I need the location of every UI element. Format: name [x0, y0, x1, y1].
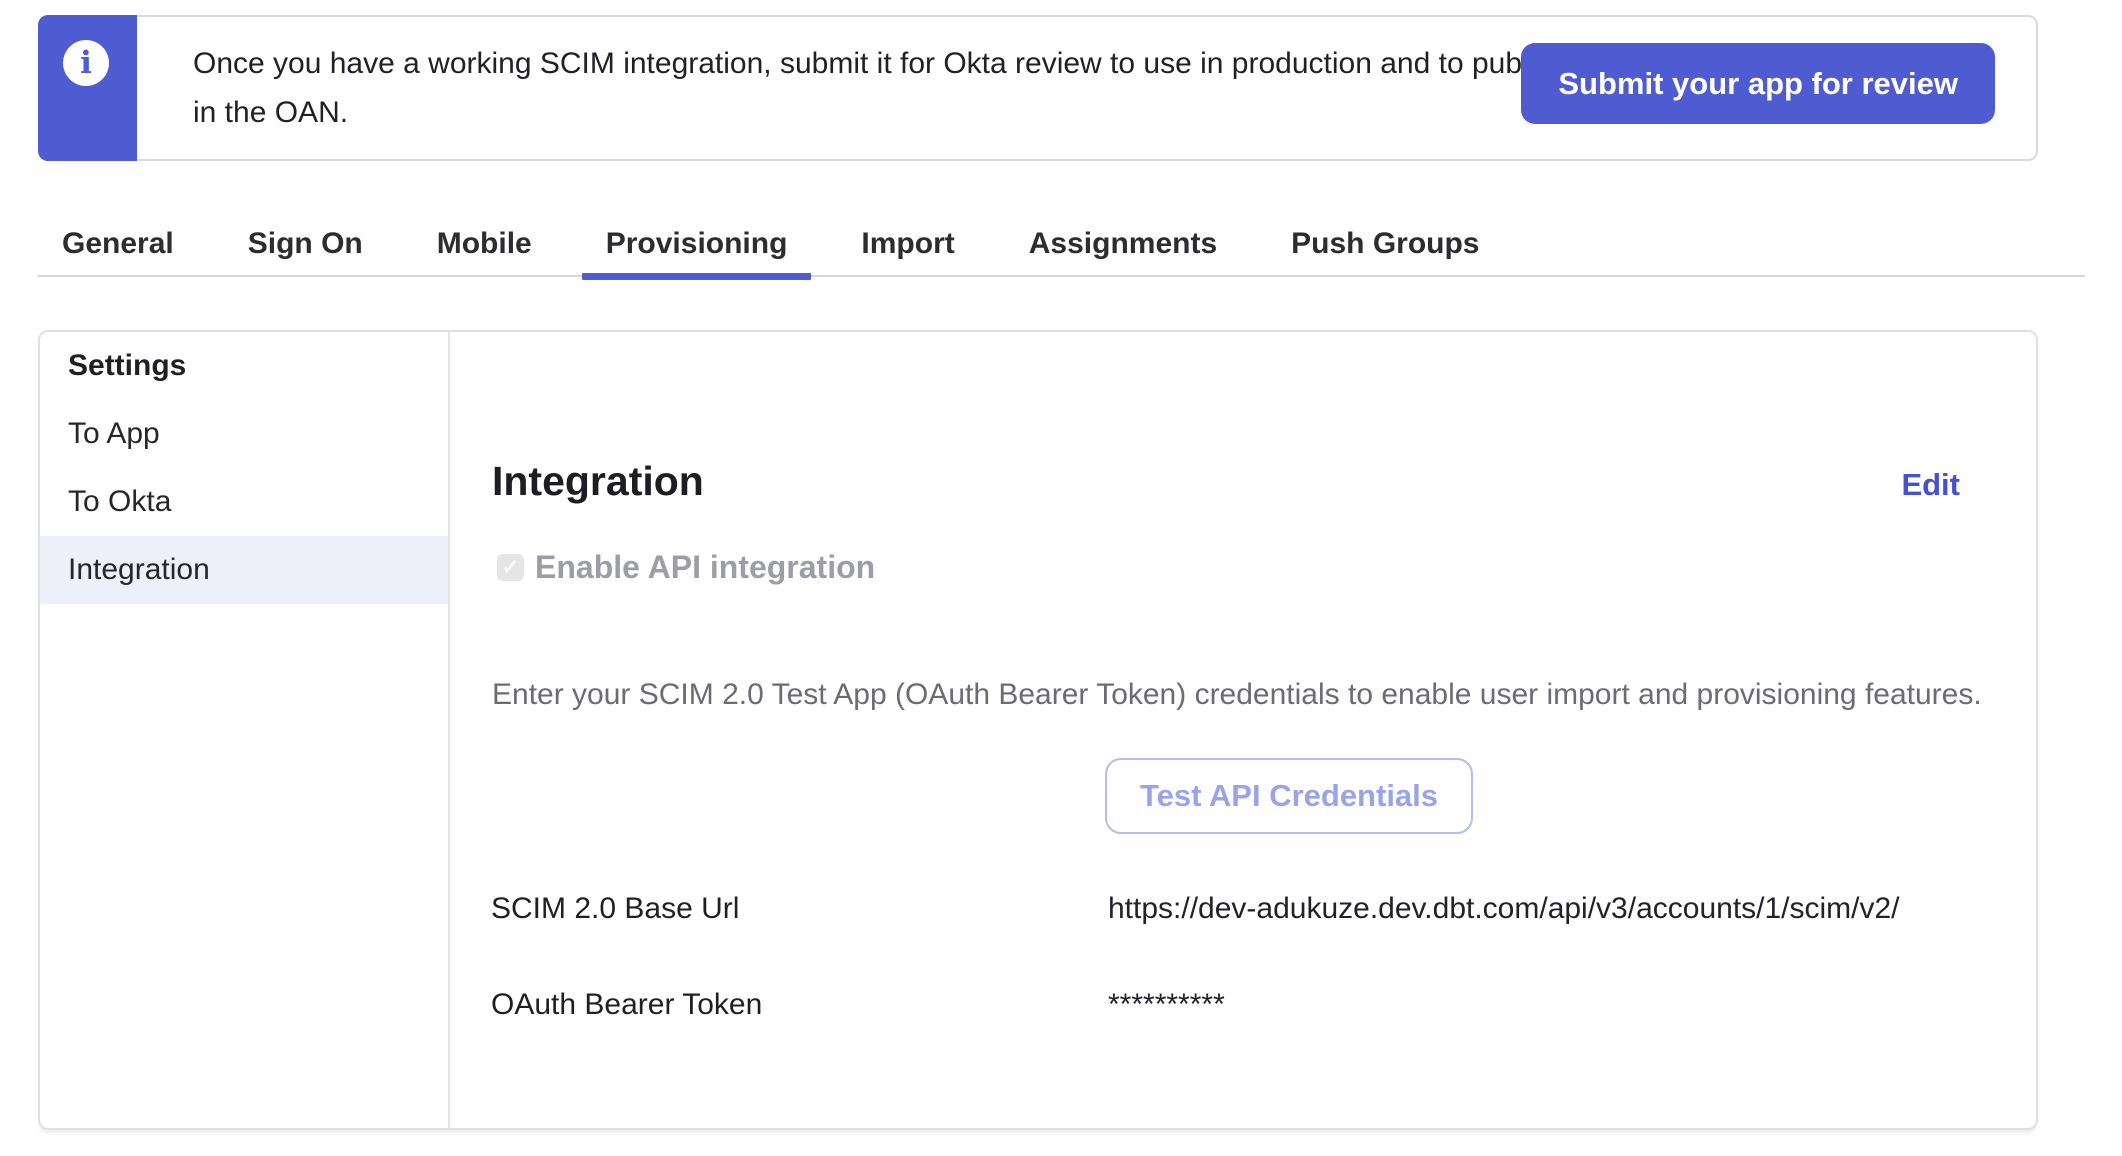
oauth-bearer-token-value: **********: [1108, 988, 1225, 1022]
sidebar-item-to-okta[interactable]: To Okta: [40, 468, 448, 536]
settings-sidebar: Settings To App To Okta Integration: [40, 332, 450, 1128]
oauth-bearer-token-row: OAuth Bearer Token **********: [491, 988, 2036, 1022]
tab-sign-on[interactable]: Sign On: [224, 211, 387, 276]
sidebar-heading-settings: Settings: [40, 332, 448, 400]
oauth-bearer-token-label: OAuth Bearer Token: [491, 988, 1108, 1022]
enable-api-integration-label: Enable API integration: [535, 549, 875, 586]
scim-base-url-value: https://dev-adukuze.dev.dbt.com/api/v3/a…: [1108, 892, 1900, 926]
submit-app-for-review-button[interactable]: Submit your app for review: [1521, 43, 1995, 124]
integration-title-row: Integration Edit: [492, 458, 1960, 505]
tab-assignments[interactable]: Assignments: [1005, 211, 1241, 276]
scim-review-banner: i Once you have a working SCIM integrati…: [38, 15, 2038, 161]
check-icon: ✓: [502, 557, 520, 578]
test-api-credentials-button[interactable]: Test API Credentials: [1105, 758, 1473, 834]
app-tabbar: General Sign On Mobile Provisioning Impo…: [38, 212, 2085, 277]
edit-link[interactable]: Edit: [1901, 467, 1960, 503]
tab-mobile[interactable]: Mobile: [413, 211, 556, 276]
enable-api-integration-row: ✓ Enable API integration: [497, 549, 2036, 586]
info-icon: i: [63, 40, 109, 86]
page-title: Integration: [492, 458, 704, 505]
integration-panel: Integration Edit ✓ Enable API integratio…: [450, 332, 2036, 1128]
tab-push-groups[interactable]: Push Groups: [1267, 211, 1503, 276]
tab-general[interactable]: General: [38, 211, 198, 276]
credentials-description: Enter your SCIM 2.0 Test App (OAuth Bear…: [492, 678, 2036, 712]
banner-message-line1: Once you have a working SCIM integration…: [193, 39, 1593, 88]
tab-provisioning[interactable]: Provisioning: [582, 211, 812, 276]
scim-base-url-label: SCIM 2.0 Base Url: [491, 892, 1108, 926]
banner-accent-bar: i: [38, 15, 137, 161]
scim-base-url-row: SCIM 2.0 Base Url https://dev-adukuze.de…: [491, 892, 2036, 926]
banner-message-line2: in the OAN.: [193, 88, 1593, 137]
sidebar-item-integration[interactable]: Integration: [40, 536, 448, 604]
sidebar-item-to-app[interactable]: To App: [40, 400, 448, 468]
banner-message: Once you have a working SCIM integration…: [193, 39, 1593, 137]
provisioning-page: i Once you have a working SCIM integrati…: [0, 0, 2122, 1156]
tab-import[interactable]: Import: [837, 211, 978, 276]
provisioning-card: Settings To App To Okta Integration Inte…: [38, 330, 2038, 1130]
enable-api-integration-checkbox[interactable]: ✓: [497, 554, 524, 581]
